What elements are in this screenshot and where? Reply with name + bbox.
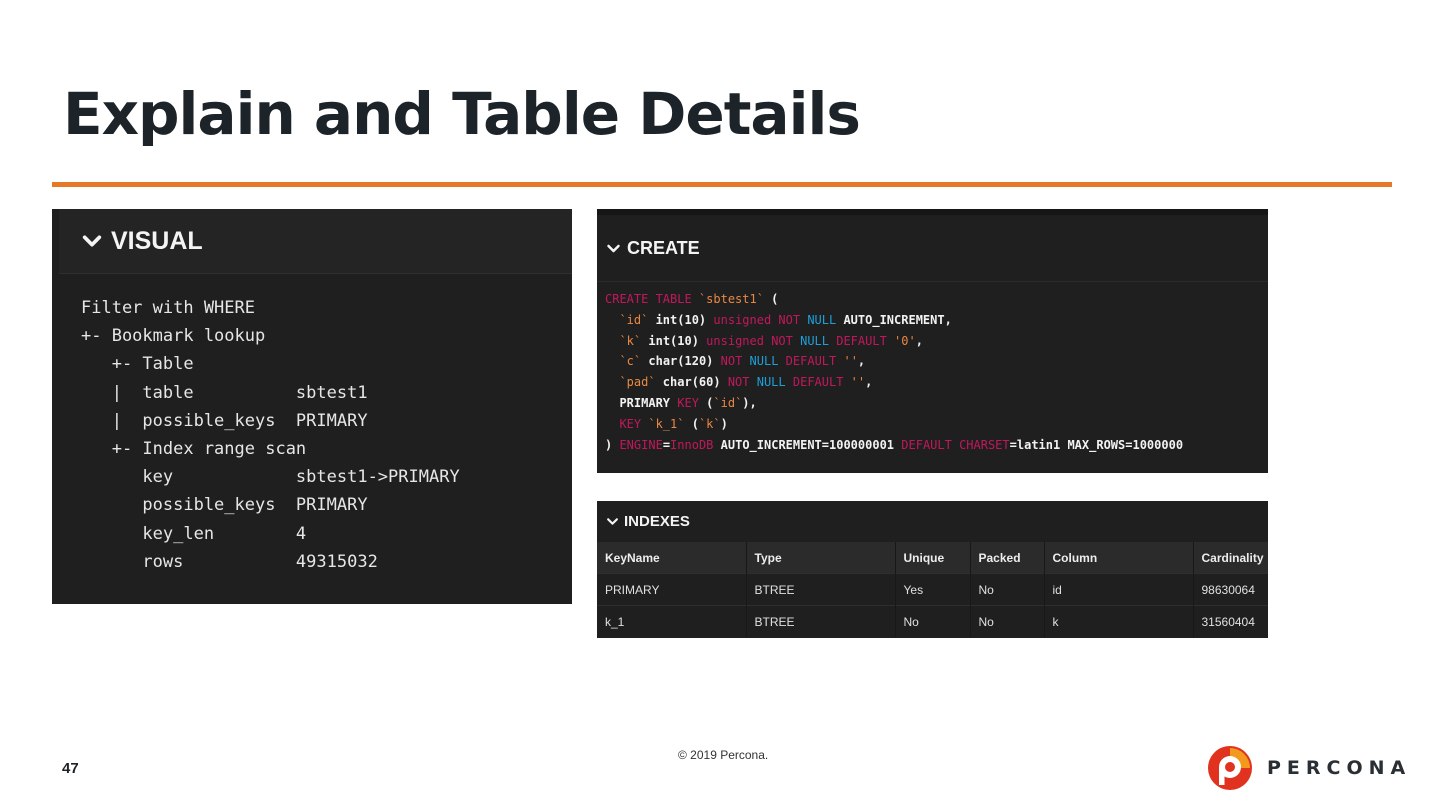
visual-panel-body: Filter with WHERE +- Bookmark lookup +- …	[59, 274, 572, 598]
indexes-header-row: KeyName Type Unique Packed Column Cardin…	[597, 542, 1268, 574]
indexes-panel: INDEXES KeyName Type Unique Packed Colum…	[597, 501, 1268, 638]
column-header[interactable]: Cardinality	[1192, 542, 1268, 574]
chevron-down-icon[interactable]	[81, 230, 103, 252]
table-cell: PRIMARY	[597, 573, 746, 606]
table-cell: BTREE	[745, 605, 895, 637]
percona-logo-icon	[1208, 746, 1252, 790]
indexes-table: KeyName Type Unique Packed Column Cardin…	[597, 542, 1268, 637]
visual-panel-title: VISUAL	[111, 226, 203, 255]
visual-panel-header[interactable]: VISUAL	[59, 209, 572, 274]
table-cell: Yes	[894, 573, 970, 606]
column-header[interactable]: Column	[1043, 542, 1193, 574]
column-header[interactable]: Packed	[969, 542, 1044, 574]
create-panel: CREATE CREATE TABLE `sbtest1` ( `id` int…	[597, 209, 1268, 473]
explain-plan-tree: Filter with WHERE +- Bookmark lookup +- …	[81, 298, 460, 572]
table-cell: No	[894, 605, 970, 637]
column-header[interactable]: Type	[745, 542, 895, 574]
table-cell: id	[1043, 573, 1193, 606]
title-underline	[52, 182, 1392, 187]
table-row: PRIMARY BTREE Yes No id 98630064	[597, 573, 1268, 606]
percona-wordmark: PERCONA	[1267, 757, 1412, 779]
table-cell: 31560404	[1192, 605, 1268, 637]
slide-title: Explain and Table Details	[63, 80, 861, 148]
create-panel-title: CREATE	[627, 237, 700, 258]
column-header[interactable]: Unique	[894, 542, 970, 574]
column-header[interactable]: KeyName	[597, 542, 746, 574]
chevron-down-icon[interactable]	[606, 241, 621, 256]
table-cell: BTREE	[745, 573, 895, 606]
copyright-notice: © 2019 Percona.	[678, 748, 769, 762]
page-number: 47	[62, 760, 79, 777]
table-cell: 98630064	[1192, 573, 1268, 606]
table-cell: k_1	[597, 605, 746, 637]
table-cell: No	[969, 605, 1044, 637]
indexes-panel-header[interactable]: INDEXES	[597, 501, 1268, 542]
indexes-panel-title: INDEXES	[624, 513, 690, 530]
create-table-statement: CREATE TABLE `sbtest1` ( `id` int(10) un…	[605, 292, 1184, 452]
chevron-down-icon[interactable]	[606, 515, 619, 528]
table-cell: No	[969, 573, 1044, 606]
percona-logo: PERCONA	[1207, 745, 1411, 791]
table-cell: k	[1043, 605, 1193, 637]
create-panel-header[interactable]: CREATE	[597, 215, 1268, 282]
visual-panel: VISUAL Filter with WHERE +- Bookmark loo…	[52, 209, 572, 604]
table-row: k_1 BTREE No No k 31560404	[597, 605, 1268, 637]
